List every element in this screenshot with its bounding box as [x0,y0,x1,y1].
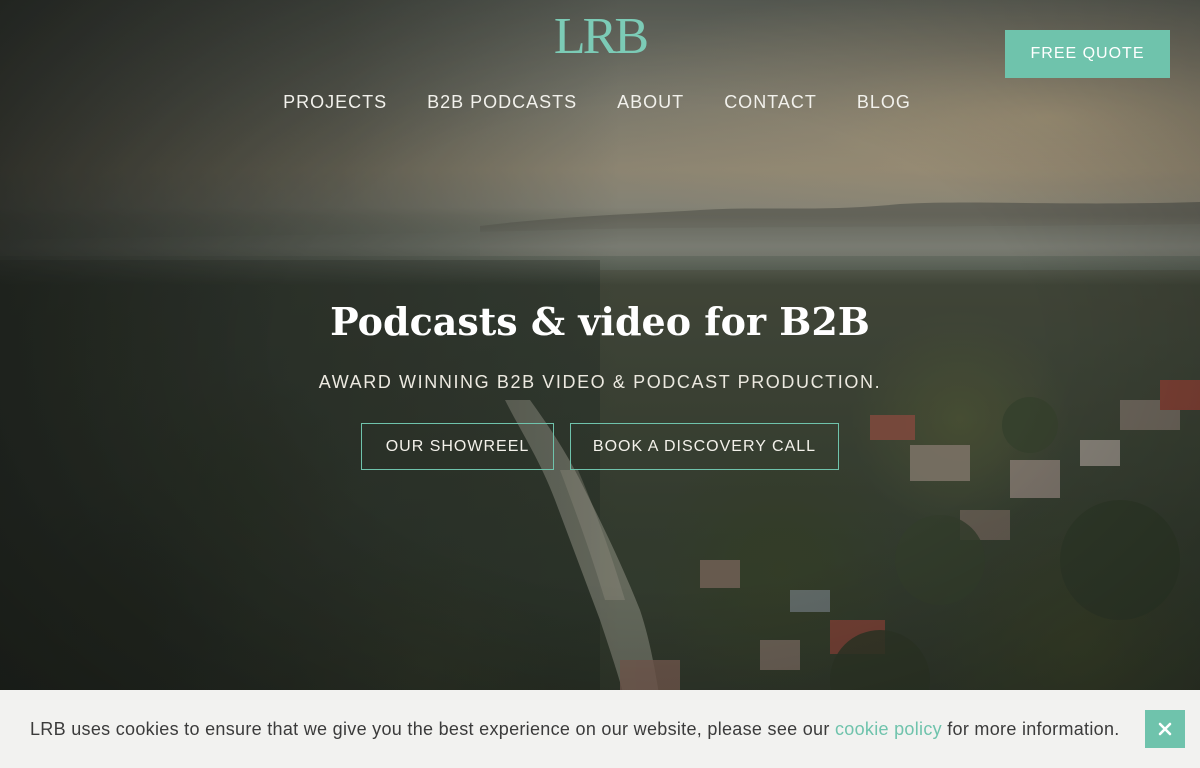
hero-cta-group: OUR SHOWREEL BOOK A DISCOVERY CALL [361,423,839,470]
our-showreel-button[interactable]: OUR SHOWREEL [361,423,554,470]
book-discovery-call-button[interactable]: BOOK A DISCOVERY CALL [570,423,839,470]
nav-item-about[interactable]: ABOUT [617,90,684,114]
hero-subtitle: AWARD WINNING B2B VIDEO & PODCAST PRODUC… [318,372,882,392]
nav-item-projects[interactable]: PROJECTS [283,90,387,114]
logo-link[interactable]: LRB [548,8,652,65]
cookie-bar: LRB uses cookies to ensure that we give … [0,690,1200,768]
cookie-close-button[interactable] [1145,710,1185,748]
close-icon [1158,722,1172,736]
cookie-text-after: for more information. [941,719,1120,739]
nav-list: PROJECTS B2B PODCASTS ABOUT CONTACT BLOG [283,90,911,114]
hero-title: Podcasts & video for B2B [330,299,870,344]
main-nav: PROJECTS B2B PODCASTS ABOUT CONTACT BLOG [0,90,1200,114]
logo: LRB [553,8,649,65]
page: LRB PROJECTS B2B PODCASTS ABOUT CONTACT … [0,0,1200,768]
nav-item-b2b-podcasts[interactable]: B2B PODCASTS [427,90,577,114]
cookie-message: LRB uses cookies to ensure that we give … [30,717,1120,741]
nav-item-contact[interactable]: CONTACT [724,90,817,114]
cookie-policy-link[interactable]: cookie policy [835,719,942,739]
nav-item-blog[interactable]: BLOG [857,90,911,114]
free-quote-button[interactable]: FREE QUOTE [1005,30,1170,78]
cookie-text-before: LRB uses cookies to ensure that we give … [30,719,835,739]
